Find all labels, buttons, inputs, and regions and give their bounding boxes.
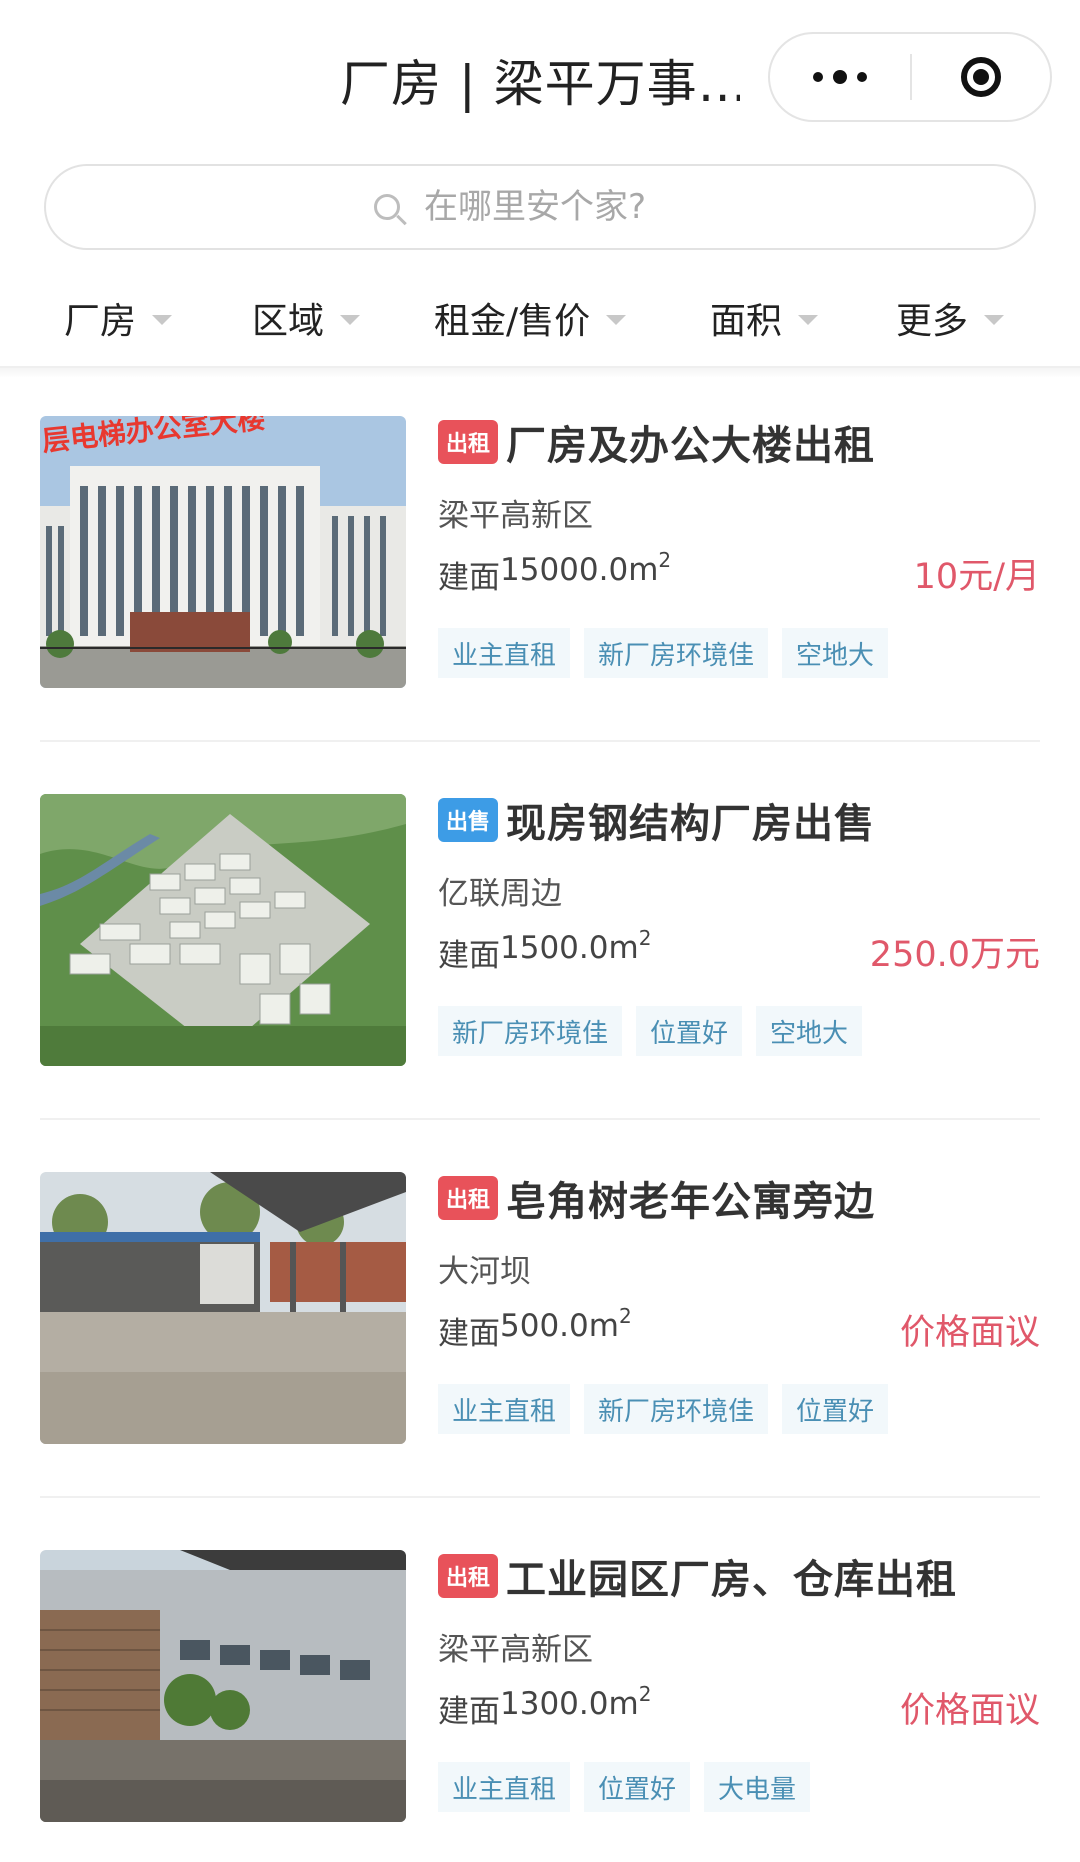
- filter-label: 租金/售价: [434, 301, 591, 342]
- listing-area: 建面 1500.0 m 2: [438, 926, 652, 974]
- listing-area: 建面 500.0 m 2: [438, 1304, 632, 1352]
- listing-item[interactable]: 出售 现房钢结构厂房出售 亿联周边 建面 1500.0 m 2 250.0万元 新厂房…: [40, 794, 1040, 1106]
- chevron-down-icon: [340, 315, 361, 325]
- listing-item[interactable]: 出租 皂角树老年公寓旁边 大河坝 建面 500.0 m 2 价格面议 业主直租 新厂房…: [40, 1172, 1040, 1484]
- tag: 空地大: [782, 628, 889, 678]
- listing-location: 梁平高新区: [438, 1632, 593, 1668]
- search-input[interactable]: [422, 186, 706, 228]
- tag: 新厂房环境佳: [584, 1384, 769, 1434]
- listing-photo[interactable]: [40, 794, 406, 1066]
- tag: 业主直租: [438, 1762, 571, 1812]
- more-dots-icon: [813, 72, 823, 82]
- mini-program-capsule: [768, 32, 1052, 122]
- tag: 位置好: [782, 1384, 889, 1434]
- page-title: 厂房 | 梁平万事…: [340, 55, 740, 113]
- tag: 大电量: [704, 1762, 811, 1812]
- filter-label: 面积: [710, 301, 783, 342]
- tag-list: 新厂房环境佳 位置好 空地大: [438, 1006, 876, 1056]
- filter-type[interactable]: 厂房: [64, 290, 173, 346]
- tag: 业主直租: [438, 628, 571, 678]
- tag: 新厂房环境佳: [438, 1006, 623, 1056]
- listing-photo[interactable]: 层电梯办公室大楼: [40, 416, 406, 688]
- listing-title: 工业园区厂房、仓库出租: [506, 1557, 958, 1603]
- filter-price[interactable]: 租金/售价: [434, 290, 627, 346]
- listing-photo[interactable]: [40, 1550, 406, 1822]
- listing-location: 大河坝: [438, 1254, 531, 1290]
- filter-more[interactable]: 更多: [896, 290, 1005, 346]
- listing-title: 皂角树老年公寓旁边: [506, 1179, 876, 1225]
- search-bar[interactable]: [44, 164, 1036, 250]
- listing-area: 建面 15000.0 m 2: [438, 548, 672, 596]
- status-badge: 出租: [438, 1554, 499, 1598]
- listing-location: 亿联周边: [438, 876, 562, 912]
- tag-list: 业主直租 新厂房环境佳 位置好: [438, 1384, 902, 1434]
- filter-label: 厂房: [64, 301, 137, 342]
- listing-location: 梁平高新区: [438, 498, 593, 534]
- chevron-down-icon: [984, 315, 1005, 325]
- divider: [40, 1496, 1040, 1498]
- listing-area: 建面 1300.0 m 2: [438, 1682, 652, 1730]
- listing-item[interactable]: 出租 工业园区厂房、仓库出租 梁平高新区 建面 1300.0 m 2 价格面议 业主直…: [40, 1550, 1040, 1862]
- chevron-down-icon: [152, 315, 173, 325]
- listing-price: 250.0万元: [869, 935, 1040, 975]
- factory-warehouse-image: [40, 1550, 406, 1822]
- warehouse-yard-image: [40, 1172, 406, 1444]
- nav-header: 厂房 | 梁平万事…: [0, 0, 1080, 160]
- tag: 新厂房环境佳: [584, 628, 769, 678]
- target-icon: [961, 57, 1001, 97]
- filter-label: 更多: [896, 301, 969, 342]
- industrial-park-aerial-image: [40, 794, 406, 1066]
- tag: 业主直租: [438, 1384, 571, 1434]
- listing-info: 出售 现房钢结构厂房出售 亿联周边 建面 1500.0 m 2 250.0万元 新厂房…: [438, 794, 1040, 1066]
- tag: 位置好: [636, 1006, 743, 1056]
- office-building-image: [40, 416, 406, 688]
- chevron-down-icon: [606, 315, 627, 325]
- listing-price: 价格面议: [899, 1691, 1040, 1731]
- filter-region[interactable]: 区域: [252, 290, 361, 346]
- tag: 位置好: [584, 1762, 691, 1812]
- status-badge: 出租: [438, 1176, 499, 1220]
- listing-item[interactable]: 层电梯办公室大楼 出租 厂房及办公大楼出租 梁平高新区 建面 15000.0 m 2 …: [40, 416, 1040, 728]
- status-badge: 出售: [438, 798, 499, 842]
- divider: [40, 1118, 1040, 1120]
- tag-list: 业主直租 新厂房环境佳 空地大: [438, 628, 902, 678]
- listing-photo[interactable]: [40, 1172, 406, 1444]
- chevron-down-icon: [798, 315, 819, 325]
- tag: 空地大: [756, 1006, 863, 1056]
- search-icon: [374, 194, 400, 220]
- listing-price: 价格面议: [899, 1313, 1040, 1353]
- listing-title: 现房钢结构厂房出售: [506, 801, 876, 847]
- listing-title: 厂房及办公大楼出租: [506, 423, 876, 469]
- close-program-button[interactable]: [912, 34, 1050, 120]
- filter-bar: 厂房 区域 租金/售价 面积 更多: [0, 270, 1080, 368]
- status-badge: 出租: [438, 420, 499, 464]
- listing-price: 10元/月: [913, 557, 1040, 597]
- more-options-button[interactable]: [770, 34, 910, 120]
- filter-label: 区域: [252, 301, 325, 342]
- listing-info: 出租 工业园区厂房、仓库出租 梁平高新区 建面 1300.0 m 2 价格面议 业主直…: [438, 1550, 1040, 1822]
- tag-list: 业主直租 位置好 大电量: [438, 1762, 824, 1812]
- divider: [40, 740, 1040, 742]
- listing-info: 出租 皂角树老年公寓旁边 大河坝 建面 500.0 m 2 价格面议 业主直租 新厂房…: [438, 1172, 1040, 1444]
- filter-area[interactable]: 面积: [710, 290, 819, 346]
- listing-info: 出租 厂房及办公大楼出租 梁平高新区 建面 15000.0 m 2 10元/月 业主直…: [438, 416, 1040, 688]
